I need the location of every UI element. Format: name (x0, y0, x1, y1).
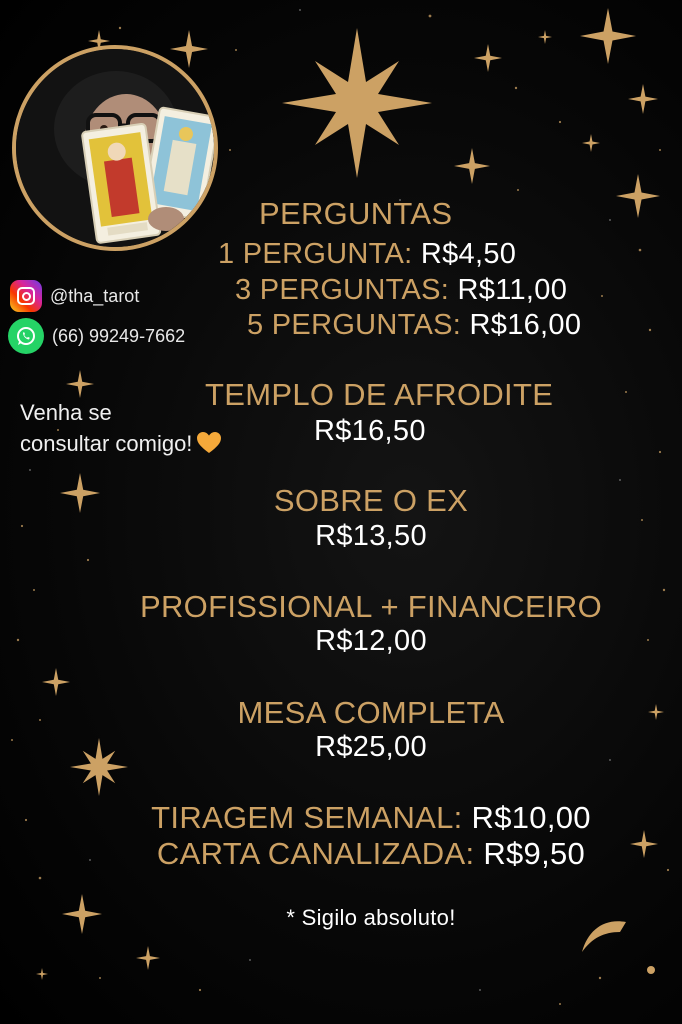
extra-carta-canalizada: CARTA CANALIZADA: R$9,50 (0, 836, 682, 872)
whatsapp-number: (66) 99249-7662 (52, 325, 186, 346)
star-icon (136, 946, 160, 970)
star-icon (474, 44, 502, 72)
star-icon (454, 148, 490, 184)
service-price: R$12,00 (315, 625, 427, 657)
whatsapp-icon (8, 318, 44, 354)
item-label: 3 PERGUNTAS: (235, 274, 450, 306)
perguntas-item-5: 5 PERGUNTAS: R$16,00 (247, 309, 581, 342)
whatsapp-contact[interactable]: (66) 99249-7662 (8, 318, 185, 354)
service-name: PROFISSIONAL + FINANCEIRO (140, 589, 602, 624)
extra-price: R$10,00 (471, 800, 591, 835)
item-price: R$4,50 (420, 238, 517, 270)
star-icon (36, 968, 48, 980)
star-icon (66, 370, 94, 398)
service-name: SOBRE O EX (273, 483, 469, 518)
perguntas-item-1: 1 PERGUNTA: R$4,50 (218, 238, 516, 271)
service-price: R$13,50 (315, 520, 427, 552)
star-icon (170, 30, 208, 68)
star-icon (580, 8, 636, 64)
star-icon (628, 84, 658, 114)
item-label: 1 PERGUNTA: (218, 238, 413, 270)
instagram-icon (10, 280, 42, 312)
invite-line-1: Venha se (20, 400, 112, 425)
profile-photo (12, 45, 218, 251)
instagram-contact[interactable]: @tha_tarot (10, 280, 139, 312)
invite-text: Venha se consultar comigo! (20, 397, 222, 459)
extra-label: TIRAGEM SEMANAL: (151, 800, 463, 835)
invite-line-2: consultar comigo! (20, 431, 193, 456)
star-icon (538, 30, 552, 44)
extra-tiragem-semanal: TIRAGEM SEMANAL: R$10,00 (0, 800, 682, 836)
price-poster: @tha_tarot (66) 99249-7662 Venha se cons… (0, 0, 682, 1024)
perguntas-title: PERGUNTAS (259, 196, 453, 231)
service-name: MESA COMPLETA (237, 695, 505, 730)
service-name: TEMPLO DE AFRODITE (205, 377, 554, 412)
item-label: 5 PERGUNTAS: (247, 309, 462, 341)
instagram-handle: @tha_tarot (50, 285, 140, 306)
item-price: R$16,00 (469, 309, 582, 341)
star-icon (42, 668, 70, 696)
star-icon (582, 134, 600, 152)
service-price: R$16,50 (314, 415, 426, 447)
extra-price: R$9,50 (483, 836, 586, 871)
service-price: R$25,00 (315, 731, 427, 763)
item-price: R$11,00 (457, 274, 568, 306)
star-icon (282, 28, 432, 178)
extra-label: CARTA CANALIZADA: (156, 836, 475, 871)
heart-icon (197, 432, 222, 453)
star-icon (616, 174, 660, 218)
perguntas-item-3: 3 PERGUNTAS: R$11,00 (235, 274, 567, 307)
footnote: * Sigilo absoluto! (286, 905, 456, 930)
